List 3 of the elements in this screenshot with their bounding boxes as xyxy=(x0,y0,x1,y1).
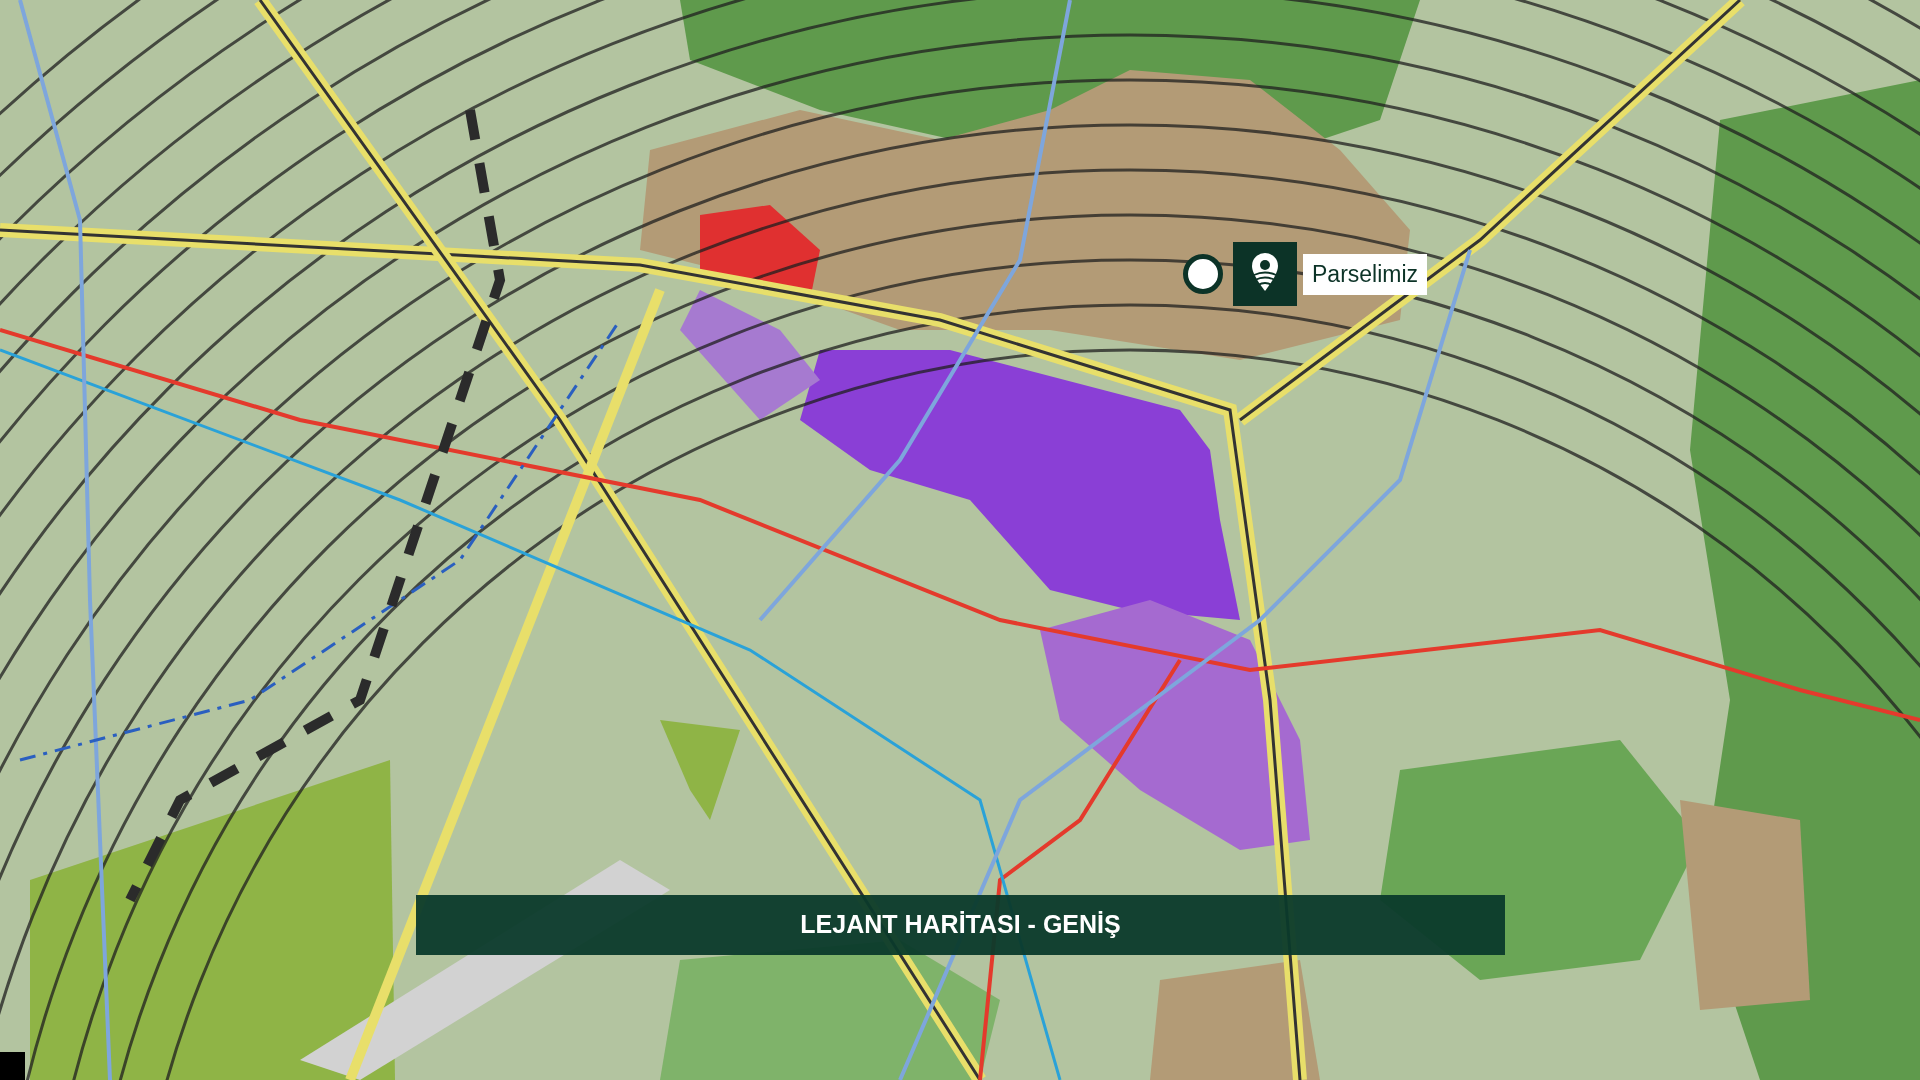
marker-label: Parselimiz xyxy=(1303,253,1428,295)
caption-title: LEJANT HARİTASI - GENİŞ xyxy=(800,909,1121,941)
location-pin-icon xyxy=(1233,242,1297,306)
